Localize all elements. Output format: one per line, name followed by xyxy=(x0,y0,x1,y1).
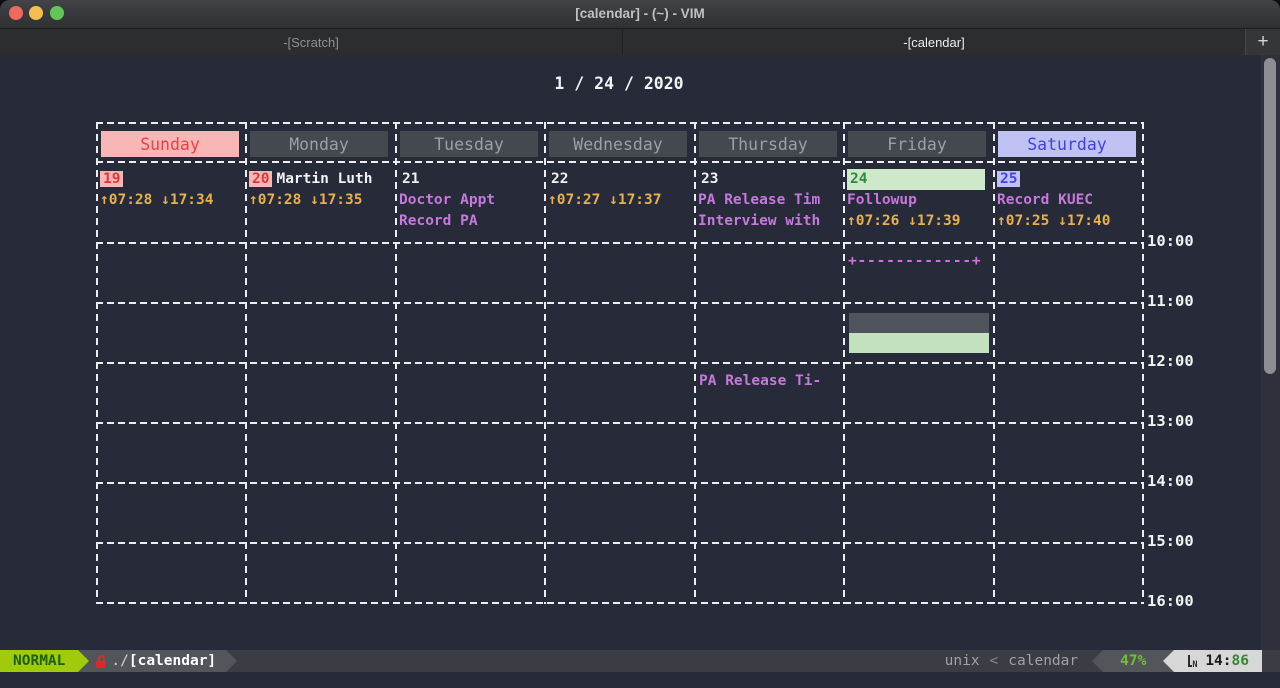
date-number: 20 xyxy=(249,171,272,187)
date-number: 22 xyxy=(548,171,571,187)
friday-event-border: +------------+ xyxy=(848,253,992,269)
grid-hline xyxy=(96,161,1144,163)
day-header-saturday: Saturday xyxy=(998,131,1136,157)
close-button[interactable] xyxy=(9,6,23,20)
event-title: Martin Luth xyxy=(276,171,372,187)
grid-hline xyxy=(96,362,1144,364)
grid-vline xyxy=(1142,122,1144,604)
window-title: [calendar] - (~) - VIM xyxy=(0,0,1280,28)
time-label: 12:00 xyxy=(1147,352,1203,372)
friday-event-block-gray[interactable] xyxy=(849,313,989,333)
scrollbar-thumb[interactable] xyxy=(1264,58,1276,374)
tab-calendar[interactable]: -[calendar] xyxy=(623,29,1245,55)
new-tab-button[interactable]: + xyxy=(1245,29,1280,55)
calendar-cell-24[interactable]: 24 Followup ↑07:26 ↓17:39 xyxy=(847,169,987,239)
scrollbar-track[interactable] xyxy=(1261,55,1280,650)
calendar-date-heading: 1 / 24 / 2020 xyxy=(96,74,1142,93)
grid-vline xyxy=(843,122,845,604)
title-bar: [calendar] - (~) - VIM xyxy=(0,0,1280,29)
grid-vline xyxy=(395,122,397,604)
readonly-lock-icon xyxy=(96,655,106,668)
event-title: PA Release Tim xyxy=(698,190,838,211)
date-number: 21 xyxy=(399,171,422,187)
statusbar-end-spacer xyxy=(1262,650,1280,672)
time-label: 14:00 xyxy=(1147,472,1203,492)
calendar-cell-23[interactable]: 23 PA Release Tim Interview with xyxy=(698,169,838,239)
grid-vline xyxy=(96,122,98,604)
tab-scratch[interactable]: -[Scratch] xyxy=(0,29,623,55)
line-number-icon xyxy=(1187,655,1198,668)
day-header-friday: Friday xyxy=(848,131,986,157)
cursor-column: 86 xyxy=(1232,653,1249,669)
time-label: 15:00 xyxy=(1147,532,1203,552)
grid-hline xyxy=(96,482,1144,484)
grid-hline xyxy=(96,242,1144,244)
file-name: [calendar] xyxy=(129,653,216,669)
grid-hline xyxy=(96,602,1144,604)
event-title: Record KUEC xyxy=(997,190,1137,211)
sun-times: ↑07:26 ↓17:39 xyxy=(847,211,987,232)
cursor-position: 14:86 xyxy=(1174,650,1262,672)
event-title: Followup xyxy=(847,190,987,211)
day-header-wednesday: Wednesday xyxy=(549,131,687,157)
date-number: 19 xyxy=(100,171,123,187)
sun-times: ↑07:28 ↓17:35 xyxy=(249,190,389,211)
sun-times: ↑07:25 ↓17:40 xyxy=(997,211,1137,232)
day-header-monday: Monday xyxy=(250,131,388,157)
date-number: 23 xyxy=(698,171,721,187)
day-header-sunday: Sunday xyxy=(101,131,239,157)
status-bar: NORMAL ./[calendar] unix < calendar 47% … xyxy=(0,650,1280,672)
grid-hline xyxy=(96,542,1144,544)
day-header-tuesday: Tuesday xyxy=(400,131,538,157)
friday-event-block-green[interactable] xyxy=(849,333,989,353)
cursor-line: 14 xyxy=(1205,653,1222,669)
time-label: 16:00 xyxy=(1147,592,1203,612)
powerline-separator xyxy=(226,650,237,672)
grid-vline xyxy=(544,122,546,604)
calendar-cell-22[interactable]: 22 ↑07:27 ↓17:37 xyxy=(548,169,688,239)
powerline-separator xyxy=(78,650,89,672)
mode-indicator: NORMAL xyxy=(0,650,78,672)
zoom-button[interactable] xyxy=(50,6,64,20)
sun-times: ↑07:28 ↓17:34 xyxy=(100,190,240,211)
powerline-separator xyxy=(1092,650,1103,672)
file-format: unix xyxy=(945,650,980,672)
powerline-separator xyxy=(1163,650,1174,672)
grid-hline xyxy=(96,122,1144,124)
date-number-today: 24 xyxy=(847,169,985,190)
scroll-percent: 47% xyxy=(1103,650,1163,672)
context-label: calendar xyxy=(1008,650,1078,672)
event-title: Interview with xyxy=(698,211,838,232)
event-title: Doctor Appt xyxy=(399,190,539,211)
vim-window: [calendar] - (~) - VIM -[Scratch] -[cale… xyxy=(0,0,1280,688)
calendar-cell-25[interactable]: 25 Record KUEC ↑07:25 ↓17:40 xyxy=(997,169,1137,239)
minimize-button[interactable] xyxy=(29,6,43,20)
calendar-cell-20[interactable]: 20Martin Luth ↑07:28 ↓17:35 xyxy=(249,169,389,239)
grid-vline xyxy=(245,122,247,604)
grid-vline xyxy=(694,122,696,604)
cursor-colon: : xyxy=(1223,653,1232,669)
event-title: Record PA xyxy=(399,211,539,232)
day-header-thursday: Thursday xyxy=(699,131,837,157)
time-label: 10:00 xyxy=(1147,232,1203,252)
calendar-cell-19[interactable]: 19 ↑07:28 ↓17:34 xyxy=(100,169,240,239)
grid-hline xyxy=(96,302,1144,304)
thin-separator: < xyxy=(990,650,999,672)
time-label: 13:00 xyxy=(1147,412,1203,432)
path-prefix: ./ xyxy=(111,653,128,669)
time-label: 11:00 xyxy=(1147,292,1203,312)
grid-hline xyxy=(96,422,1144,424)
file-segment: ./[calendar] xyxy=(89,650,226,672)
date-number: 25 xyxy=(997,171,1020,187)
thursday-event-overlay: PA Release Ti- xyxy=(699,373,821,389)
tab-bar: -[Scratch] -[calendar] + xyxy=(0,29,1280,55)
calendar-cell-21[interactable]: 21 Doctor Appt Record PA xyxy=(399,169,539,239)
grid-vline xyxy=(993,122,995,604)
sun-times: ↑07:27 ↓17:37 xyxy=(548,190,688,211)
statusbar-spacer xyxy=(237,650,944,672)
